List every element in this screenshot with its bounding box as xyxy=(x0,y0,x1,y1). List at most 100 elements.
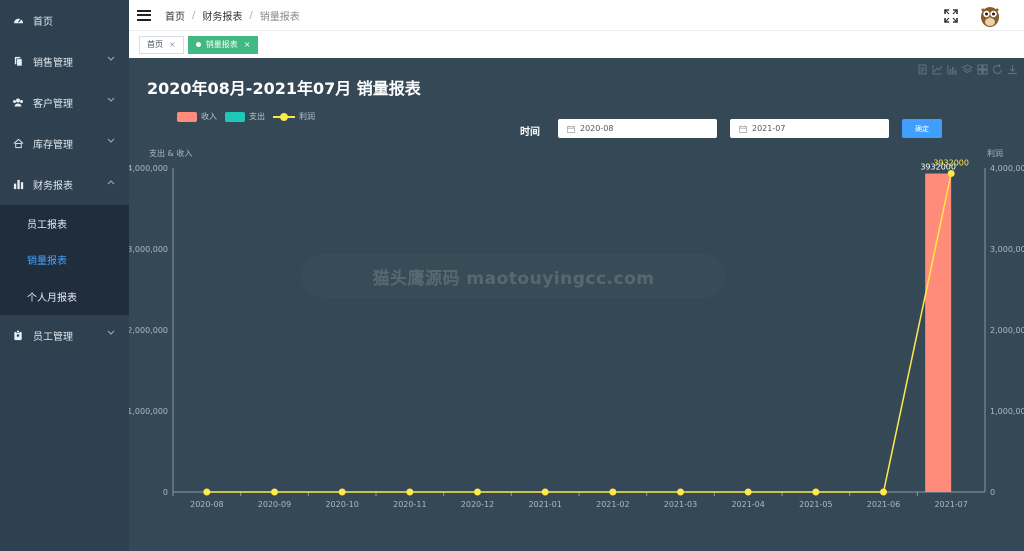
dashboard-icon xyxy=(12,15,24,27)
sidebar-item-label: 员工管理 xyxy=(33,331,73,343)
badge-icon xyxy=(12,329,24,341)
active-dot-icon xyxy=(195,42,201,47)
breadcrumb-item-finance[interactable]: 财务报表 xyxy=(202,8,242,23)
legend-item-expense[interactable]: 支出 xyxy=(225,111,265,122)
sidebar-item-finance[interactable]: 财务报表 xyxy=(0,164,129,205)
stack-icon[interactable] xyxy=(962,64,973,75)
left-y-tick-label: 3,000,000 xyxy=(129,245,168,254)
right-y-tick-label: 0 xyxy=(990,488,995,497)
breadcrumb-item-current: 销量报表 xyxy=(259,11,300,23)
submenu-item-personal-monthly-report[interactable]: 个人月报表 xyxy=(0,278,129,315)
profit-point xyxy=(609,488,617,496)
x-tick-label: 2021-06 xyxy=(867,500,900,509)
profit-point xyxy=(474,488,481,496)
legend-swatch-expense xyxy=(225,111,245,122)
sidebar-item-sales[interactable]: 销售管理 xyxy=(0,41,129,82)
sidebar-item-staff[interactable]: 员工管理 xyxy=(0,315,129,356)
bar-chart-icon[interactable] xyxy=(947,64,958,75)
profit-point xyxy=(203,488,211,496)
sidebar-item-label: 库存管理 xyxy=(33,140,73,151)
submenu-item-sales-report[interactable]: 销量报表 xyxy=(0,242,129,279)
tiled-icon[interactable] xyxy=(977,64,988,75)
x-tick-label: 2021-01 xyxy=(528,500,561,509)
profit-point xyxy=(744,488,752,496)
start-month-value: 2020-08 xyxy=(580,124,614,133)
data-view-icon[interactable] xyxy=(917,64,928,75)
profit-point xyxy=(541,488,549,496)
legend-item-profit[interactable]: 利润 xyxy=(273,111,315,122)
sidebar-item-home[interactable]: 首页 xyxy=(0,0,129,41)
legend-swatch-income xyxy=(177,111,197,122)
tag-home[interactable]: 首页 × xyxy=(139,35,184,54)
tag-sales-report[interactable]: 销量报表 × xyxy=(187,35,259,54)
profit-point xyxy=(271,488,278,496)
bar-income xyxy=(925,173,952,492)
fullscreen-icon[interactable] xyxy=(944,8,958,23)
hamburger-menu-icon[interactable] xyxy=(137,9,151,21)
home-icon xyxy=(12,138,24,150)
legend-item-income[interactable]: 收入 xyxy=(177,111,217,122)
x-tick-label: 2020-08 xyxy=(190,500,223,509)
tags-view-bar: 首页 × 销量报表 × xyxy=(129,31,1024,58)
legend-swatch-profit xyxy=(273,112,295,122)
right-y-tick-label: 4,000,000 xyxy=(990,164,1024,173)
tag-label: 销量报表 xyxy=(205,40,238,49)
sidebar-item-label: 客户管理 xyxy=(33,99,73,110)
chart-legend: 收入 支出 利润 xyxy=(177,111,323,122)
x-tick-label: 2020-10 xyxy=(325,500,358,509)
profit-point xyxy=(677,488,684,496)
x-tick-label: 2020-12 xyxy=(461,500,494,509)
line-chart-icon[interactable] xyxy=(932,64,943,75)
breadcrumb: 首页 / 财务报表 / 销量报表 xyxy=(165,8,300,23)
left-y-tick-label: 1,000,000 xyxy=(129,407,168,416)
sidebar-item-customers[interactable]: 客户管理 xyxy=(0,82,129,123)
confirm-button[interactable]: 确定 xyxy=(902,119,942,138)
x-tick-label: 2021-07 xyxy=(934,500,967,509)
left-y-tick-label: 4,000,000 xyxy=(129,164,168,173)
chevron-down-icon xyxy=(107,329,115,339)
sidebar-item-label: 首页 xyxy=(33,17,53,28)
sidebar-item-label: 财务报表 xyxy=(33,181,73,192)
users-icon xyxy=(12,97,24,109)
legend-label: 利润 xyxy=(299,112,315,121)
x-tick-label: 2021-04 xyxy=(731,500,764,509)
right-y-tick-label: 2,000,000 xyxy=(990,326,1024,335)
left-y-tick-label: 2,000,000 xyxy=(129,326,168,335)
document-icon xyxy=(12,56,24,68)
chevron-down-icon xyxy=(107,96,115,106)
chevron-down-icon xyxy=(107,55,115,65)
tag-label: 首页 xyxy=(147,40,163,49)
main-content: 2020年08月-2021年07月 销量报表 收入 支出 利润 时间 2020-… xyxy=(129,58,1024,551)
legend-label: 收入 xyxy=(201,112,217,121)
chart-toolbox xyxy=(917,64,1018,75)
bar-chart-icon xyxy=(12,179,24,191)
breadcrumb-item-home[interactable]: 首页 xyxy=(165,8,185,23)
download-icon[interactable] xyxy=(1007,64,1018,75)
profit-point xyxy=(338,488,346,496)
avatar[interactable] xyxy=(978,3,1002,28)
profit-point xyxy=(812,488,820,496)
left-axis-title: 支出 & 收入 xyxy=(149,148,192,158)
top-header: 首页 / 财务报表 / 销量报表 xyxy=(129,0,1024,31)
end-month-value: 2021-07 xyxy=(752,124,786,133)
legend-label: 支出 xyxy=(249,112,265,121)
breadcrumb-separator: / xyxy=(192,9,196,21)
close-icon[interactable]: × xyxy=(244,40,251,49)
sidebar-item-inventory[interactable]: 库存管理 xyxy=(0,123,129,164)
x-tick-label: 2020-11 xyxy=(393,500,426,509)
submenu-item-employee-report[interactable]: 员工报表 xyxy=(0,205,129,242)
start-month-picker[interactable]: 2020-08 xyxy=(558,119,717,138)
end-month-picker[interactable]: 2021-07 xyxy=(730,119,889,138)
x-tick-label: 2021-03 xyxy=(664,500,697,509)
profit-line xyxy=(206,173,952,493)
x-tick-label: 2020-09 xyxy=(258,500,291,509)
sidebar: 首页 销售管理 客户管理 库存管理 财务报表 员工报表 销量报表 个人月报表 员… xyxy=(0,0,129,551)
profit-point xyxy=(880,488,887,496)
calendar-icon xyxy=(739,125,747,133)
breadcrumb-separator: / xyxy=(249,9,253,21)
x-tick-label: 2021-05 xyxy=(799,500,832,509)
data-label-profit: 3932000 xyxy=(933,159,969,168)
close-icon[interactable]: × xyxy=(169,40,176,49)
time-filter-label: 时间 xyxy=(520,127,540,138)
refresh-icon[interactable] xyxy=(992,64,1003,75)
